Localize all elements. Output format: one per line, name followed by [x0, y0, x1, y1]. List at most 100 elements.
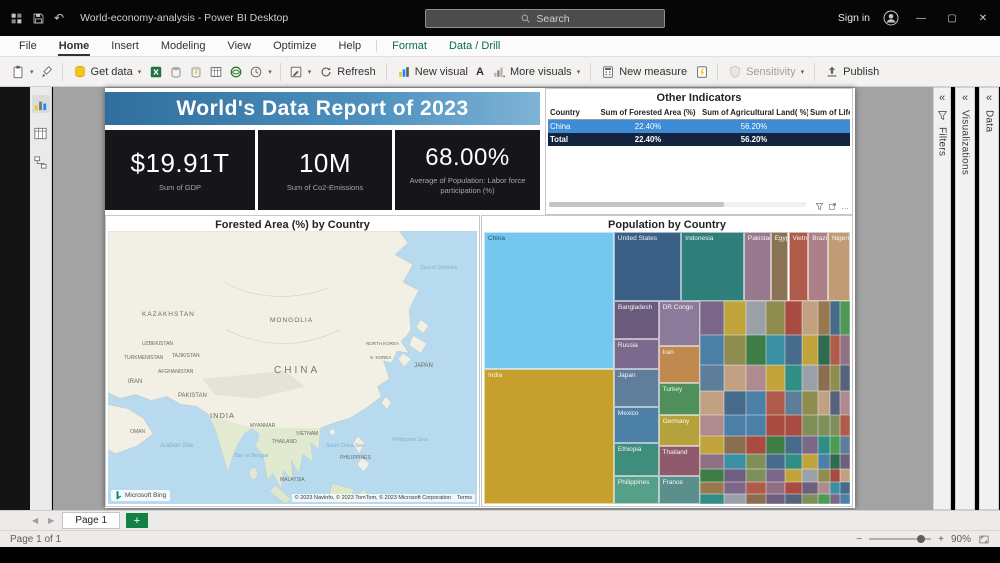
more-options-icon[interactable]: … — [841, 202, 849, 211]
fit-to-page-icon[interactable] — [978, 534, 990, 545]
treemap-cell[interactable] — [700, 494, 725, 504]
treemap-cell[interactable] — [818, 301, 831, 335]
menu-insert[interactable]: Insert — [100, 36, 150, 56]
treemap-cell[interactable] — [766, 391, 786, 416]
treemap-cell[interactable] — [724, 391, 747, 416]
treemap-block-brazil[interactable]: Brazil — [808, 232, 829, 302]
kpi-card-labor[interactable]: 68.00% Average of Population: Labor forc… — [395, 130, 540, 210]
treemap-block-dr-congo[interactable]: DR Congo — [658, 301, 701, 347]
treemap-block-egypt[interactable]: Egypt — [770, 232, 789, 302]
treemap-cell[interactable] — [785, 415, 803, 436]
treemap-block-china[interactable]: China — [484, 232, 614, 370]
zoom-slider[interactable] — [869, 535, 932, 543]
filters-pane-label[interactable]: Filters — [937, 127, 948, 156]
treemap-cell[interactable] — [802, 334, 819, 365]
treemap-cell[interactable] — [746, 494, 767, 504]
filter-icon[interactable] — [815, 202, 824, 211]
treemap-cell[interactable] — [785, 364, 803, 392]
treemap-cell[interactable] — [766, 453, 786, 470]
treemap-cell[interactable] — [700, 435, 725, 454]
menu-data-drill[interactable]: Data / Drill — [438, 36, 511, 56]
treemap-cell[interactable] — [746, 364, 767, 392]
treemap-cell[interactable] — [818, 453, 831, 470]
treemap-block-russia[interactable]: Russia — [613, 339, 659, 370]
semantic-model-button[interactable] — [166, 62, 186, 82]
data-pane-label[interactable]: Data — [984, 110, 995, 132]
treemap-cell[interactable] — [724, 494, 747, 504]
treemap-block-ethiopia[interactable]: Ethiopia — [613, 442, 659, 477]
treemap-block-vietnam[interactable]: Vietnam — [788, 232, 809, 302]
treemap-cell[interactable] — [840, 415, 850, 436]
treemap-cell[interactable] — [746, 415, 767, 436]
treemap-block-france[interactable]: France — [658, 476, 701, 504]
treemap-cell[interactable] — [746, 469, 767, 483]
menu-view[interactable]: View — [216, 36, 262, 56]
treemap-cell[interactable] — [700, 364, 725, 392]
zoom-out-button[interactable]: − — [856, 534, 862, 545]
treemap-cell[interactable] — [724, 301, 747, 335]
treemap-cell[interactable] — [802, 415, 819, 436]
treemap-cell[interactable] — [785, 301, 803, 335]
treemap-cell[interactable] — [802, 453, 819, 470]
undo-icon[interactable]: ↶ — [54, 11, 64, 25]
close-button[interactable]: ✕ — [974, 13, 992, 24]
table-row-china[interactable]: China 22.40% 56.20% — [548, 119, 850, 133]
treemap-cell[interactable] — [746, 435, 767, 454]
data-view-button[interactable] — [32, 124, 50, 142]
treemap-cell[interactable] — [724, 453, 747, 470]
treemap-cell[interactable] — [830, 334, 841, 365]
expand-visualizations-icon[interactable]: « — [962, 92, 968, 104]
column-header-sum-of-life-expect[interactable]: Sum of Life expect — [808, 106, 850, 120]
treemap-cell[interactable] — [830, 364, 841, 392]
column-header-sum-of-agricultural-land-[interactable]: Sum of Agricultural Land( %) — [700, 106, 808, 120]
excel-workbook-button[interactable] — [146, 62, 166, 82]
new-measure-button[interactable]: New measure — [596, 62, 692, 82]
treemap-block-thailand[interactable]: Thailand — [658, 446, 701, 477]
treemap-cell[interactable] — [724, 435, 747, 454]
treemap-cell[interactable] — [840, 453, 850, 470]
text-box-button[interactable]: A — [473, 63, 487, 81]
treemap-cell[interactable] — [830, 453, 841, 470]
treemap-cell[interactable] — [802, 494, 819, 504]
treemap-cell[interactable] — [840, 391, 850, 416]
kpi-card-co2[interactable]: 10M Sum of Co2-Emissions — [258, 130, 392, 210]
treemap-cell[interactable] — [840, 364, 850, 392]
treemap-block-india[interactable]: India — [484, 369, 614, 504]
treemap-block-iran[interactable]: Iran — [658, 346, 701, 383]
treemap-cell[interactable] — [724, 469, 747, 483]
sign-in-button[interactable]: Sign in — [838, 12, 870, 24]
save-icon[interactable] — [32, 12, 45, 25]
map-body[interactable]: KAZAKHSTAN MONGOLIA CHINA UZBEKISTAN TURKMEN… — [108, 231, 477, 504]
treemap-cell[interactable] — [766, 334, 786, 365]
enter-data-button[interactable] — [206, 62, 226, 82]
treemap-cell[interactable] — [785, 482, 803, 495]
treemap-cell[interactable] — [818, 469, 831, 483]
table-horizontal-scrollbar[interactable] — [549, 202, 806, 207]
kpi-card-gdp[interactable]: $19.91T Sum of GDP — [105, 130, 255, 210]
treemap-cell[interactable] — [818, 364, 831, 392]
treemap-cell[interactable] — [700, 391, 725, 416]
quick-measure-button[interactable] — [692, 62, 712, 82]
maximize-button[interactable]: ▢ — [943, 13, 961, 24]
recent-sources-button[interactable]: ▾ — [246, 62, 275, 82]
transform-data-button[interactable]: ▾ — [286, 62, 315, 82]
treemap-cell[interactable] — [724, 334, 747, 365]
expand-filters-icon[interactable]: « — [939, 92, 945, 104]
page-tab[interactable]: Page 1 — [62, 512, 121, 529]
treemap-cell[interactable] — [818, 391, 831, 416]
refresh-button[interactable]: Refresh — [314, 62, 381, 82]
menu-optimize[interactable]: Optimize — [262, 36, 327, 56]
treemap-cell[interactable] — [746, 482, 767, 495]
treemap-cell[interactable] — [700, 301, 725, 335]
treemap-cell[interactable] — [700, 482, 725, 495]
minimize-button[interactable]: — — [912, 13, 930, 24]
treemap-cell[interactable] — [830, 301, 841, 335]
treemap-block-mexico[interactable]: Mexico — [613, 406, 659, 443]
paste-button[interactable]: ▾ — [8, 62, 37, 82]
treemap-cell[interactable] — [840, 435, 850, 454]
treemap-block-germany[interactable]: Germany — [658, 414, 701, 447]
treemap-cell[interactable] — [802, 364, 819, 392]
treemap-cell[interactable] — [840, 334, 850, 365]
treemap-cell[interactable] — [766, 482, 786, 495]
treemap-cell[interactable] — [830, 469, 841, 483]
